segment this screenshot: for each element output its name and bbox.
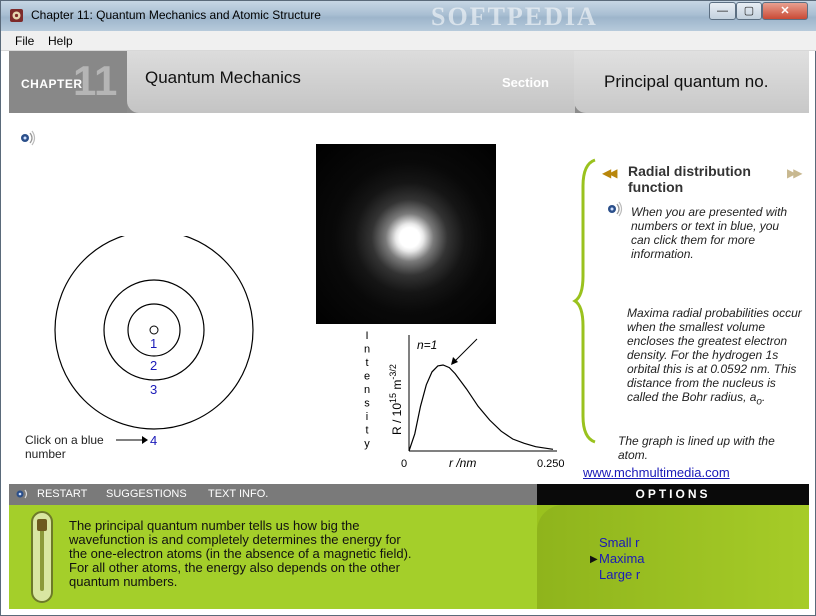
y-axis-letter: e bbox=[364, 371, 370, 383]
section-label: Section bbox=[502, 75, 549, 90]
y-axis-letter: s bbox=[364, 398, 370, 410]
menu-bar: File Help bbox=[1, 31, 816, 51]
x-tick-0: 0 bbox=[401, 458, 407, 470]
topic-title: Quantum Mechanics bbox=[145, 68, 301, 87]
option-large-r[interactable]: Large r bbox=[599, 567, 640, 582]
y-axis-label: R / 1015 m-3/2 bbox=[388, 364, 404, 435]
close-button[interactable]: ✕ bbox=[762, 2, 808, 20]
option-maxima[interactable]: Maxima bbox=[599, 551, 645, 566]
suggestions-button[interactable]: SUGGESTIONS bbox=[106, 488, 187, 500]
annotation-arrow-head bbox=[451, 357, 458, 365]
curly-brace bbox=[572, 158, 596, 444]
info-body-end: . bbox=[761, 390, 766, 404]
y-axis-letter: i bbox=[366, 411, 368, 423]
options-heading: OPTIONS bbox=[537, 484, 809, 505]
y-axis-letter: t bbox=[365, 357, 368, 369]
chapter-number: 11 bbox=[73, 57, 118, 104]
atom-density-image bbox=[316, 144, 496, 324]
y-axis-letter: y bbox=[364, 438, 370, 450]
annotation-arrow-line bbox=[453, 338, 478, 363]
options-panel: Small r ▶ Maxima Large r bbox=[537, 505, 809, 609]
application-window: Chapter 11: Quantum Mechanics and Atomic… bbox=[0, 0, 816, 616]
speaker-icon-toolbar[interactable] bbox=[15, 487, 31, 501]
x-tick-1: 0.250 bbox=[537, 458, 565, 470]
x-axis-label: r /nm bbox=[449, 456, 476, 470]
info-body-main: Maxima radial probabilities occur when t… bbox=[627, 306, 802, 404]
options-panel-inner: Small r ▶ Maxima Large r bbox=[537, 505, 809, 609]
scroll-thumb[interactable] bbox=[37, 519, 47, 531]
chapter-header: CHAPTER 11 Quantum Mechanics Section Pri… bbox=[9, 51, 809, 113]
menu-file[interactable]: File bbox=[15, 34, 34, 48]
option-small-r[interactable]: Small r bbox=[599, 535, 639, 550]
maximize-button[interactable]: ▢ bbox=[736, 2, 762, 20]
speaker-icon[interactable] bbox=[19, 130, 37, 146]
nucleus bbox=[149, 325, 159, 335]
orbit-label-4[interactable]: 4 bbox=[150, 433, 157, 448]
radial-distribution-chart: Intensity R / 1015 m-3/2 n=1 0 0.250 r /… bbox=[364, 330, 565, 470]
subtopic-title: Principal quantum no. bbox=[604, 72, 769, 91]
arrow-right-icon bbox=[116, 436, 148, 444]
topic-panel: Quantum Mechanics Section bbox=[127, 51, 575, 113]
window-title: Chapter 11: Quantum Mechanics and Atomic… bbox=[31, 8, 321, 22]
info-heading: Radial distribution function bbox=[628, 163, 751, 195]
chapter-box: CHAPTER 11 bbox=[9, 51, 127, 113]
next-arrow-icon[interactable]: ▶▶ bbox=[787, 166, 803, 180]
graph-note: The graph is lined up with the atom. bbox=[618, 434, 775, 462]
title-bar[interactable]: Chapter 11: Quantum Mechanics and Atomic… bbox=[1, 1, 816, 31]
info-hint-text: When you are presented with numbers or t… bbox=[631, 205, 788, 261]
orbit-label-1[interactable]: 1 bbox=[150, 336, 157, 351]
bottom-toolbar: RESTART SUGGESTIONS TEXT INFO. bbox=[9, 484, 537, 505]
y-axis-label-vertical: Intensity bbox=[364, 330, 370, 450]
app-icon bbox=[10, 9, 23, 22]
watermark: SOFTPEDIA bbox=[431, 2, 598, 31]
subtopic-panel: Principal quantum no. bbox=[574, 51, 809, 113]
info-body-text: Maxima radial probabilities occur when t… bbox=[627, 306, 802, 409]
click-hint-text: Click on a blue number bbox=[25, 433, 104, 461]
y-axis-letter: t bbox=[365, 425, 368, 437]
orbit-label-3[interactable]: 3 bbox=[150, 382, 157, 397]
text-info-button[interactable]: TEXT INFO. bbox=[208, 488, 268, 500]
selected-option-arrow-icon: ▶ bbox=[590, 554, 598, 565]
n-annotation: n=1 bbox=[417, 338, 437, 352]
website-link[interactable]: www.mchmultimedia.com bbox=[583, 465, 730, 480]
minimize-button[interactable]: — bbox=[709, 2, 736, 20]
restart-button[interactable]: RESTART bbox=[37, 488, 87, 500]
y-axis-letter: n bbox=[364, 384, 370, 396]
speaker-icon-info[interactable] bbox=[606, 201, 624, 217]
orbit-label-2[interactable]: 2 bbox=[150, 358, 157, 373]
scroll-track-inner bbox=[40, 523, 44, 591]
previous-arrow-icon[interactable]: ◀◀ bbox=[602, 166, 618, 180]
description-panel: The principal quantum number tells us ho… bbox=[9, 505, 537, 609]
series-line bbox=[408, 364, 554, 452]
y-axis-letter: I bbox=[365, 330, 368, 342]
description-text: The principal quantum number tells us ho… bbox=[69, 518, 412, 589]
menu-help[interactable]: Help bbox=[48, 34, 73, 48]
scroll-slider[interactable] bbox=[31, 511, 53, 603]
y-axis-letter: n bbox=[364, 344, 370, 356]
